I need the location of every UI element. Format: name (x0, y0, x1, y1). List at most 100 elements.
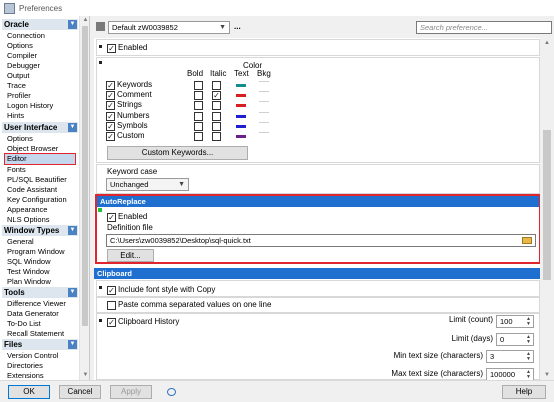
group-oracle[interactable]: Oracle ▼ (2, 19, 78, 30)
symbols-bold-checkbox[interactable] (194, 122, 203, 131)
keyword-case-select[interactable]: Unchanged ▼ (106, 178, 189, 191)
sidebar-item-logon-history[interactable]: Logon History (7, 101, 77, 111)
strings-checkbox[interactable] (106, 101, 115, 110)
symbols-checkbox[interactable] (106, 122, 115, 131)
refresh-icon[interactable] (167, 388, 176, 396)
include-font-checkbox[interactable] (107, 286, 116, 295)
min-text-input[interactable]: 3 ▲ ▼ (486, 350, 534, 363)
numbers-italic-checkbox[interactable] (212, 112, 221, 121)
sidebar-scroll-thumb[interactable] (82, 26, 88, 326)
numbers-bkg-color[interactable] (259, 112, 269, 121)
help-button[interactable]: Help (502, 385, 546, 399)
spinner-icon[interactable]: ▲ ▼ (526, 317, 531, 327)
sidebar-item-code-assistant[interactable]: Code Assistant (7, 185, 77, 195)
sidebar-item-plsql-beautifier[interactable]: PL/SQL Beautifier (7, 175, 77, 185)
comment-text-color[interactable] (236, 94, 246, 97)
strings-bkg-color[interactable] (259, 101, 269, 110)
more-button[interactable]: ... (234, 22, 241, 32)
definition-file-input[interactable]: C:\Users\zw0039852\Desktop\sql-quick.txt (106, 234, 536, 247)
custom-keywords-button[interactable]: Custom Keywords... (107, 146, 248, 160)
limit-count-input[interactable]: 100 ▲ ▼ (496, 315, 534, 328)
custom-bold-checkbox[interactable] (194, 132, 203, 141)
keywords-bkg-color[interactable] (259, 81, 269, 90)
ok-button[interactable]: OK (8, 385, 50, 399)
comment-checkbox[interactable] (106, 91, 115, 100)
numbers-checkbox[interactable] (106, 112, 115, 121)
strings-text-color[interactable] (236, 104, 246, 107)
edit-button[interactable]: Edit... (107, 249, 154, 262)
keywords-checkbox[interactable] (106, 81, 115, 90)
syntax-enabled-checkbox[interactable] (107, 44, 116, 53)
sidebar-item-sql-window[interactable]: SQL Window (7, 257, 77, 267)
autoreplace-enabled-checkbox[interactable] (107, 213, 116, 222)
sidebar-item-general[interactable]: General (7, 237, 77, 247)
keywords-text-color[interactable] (236, 84, 246, 87)
comment-bold-checkbox[interactable] (194, 91, 203, 100)
sidebar-item-key-configuration[interactable]: Key Configuration (7, 195, 77, 205)
sidebar-item-profiler[interactable]: Profiler (7, 91, 77, 101)
strings-bold-checkbox[interactable] (194, 101, 203, 110)
sidebar-item-test-window[interactable]: Test Window (7, 267, 77, 277)
sidebar-item-difference-viewer[interactable]: Difference Viewer (7, 299, 77, 309)
clipboard-history-checkbox[interactable] (107, 318, 116, 327)
strings-italic-checkbox[interactable] (212, 101, 221, 110)
numbers-text-color[interactable] (236, 115, 246, 118)
cancel-button[interactable]: Cancel (59, 385, 101, 399)
sidebar-item-nls-options[interactable]: NLS Options (7, 215, 77, 225)
sidebar-item-appearance[interactable]: Appearance (7, 205, 77, 215)
folder-icon[interactable] (522, 237, 532, 244)
main-scroll-thumb[interactable] (543, 130, 551, 280)
custom-text-color[interactable] (236, 135, 246, 138)
scroll-down-icon[interactable]: ▼ (81, 371, 89, 379)
apply-button[interactable]: Apply (110, 385, 152, 399)
sidebar-item-hints[interactable]: Hints (7, 111, 77, 121)
sidebar-item-data-generator[interactable]: Data Generator (7, 309, 77, 319)
custom-bkg-color[interactable] (259, 132, 269, 141)
symbols-bkg-color[interactable] (259, 122, 269, 131)
spinner-icon[interactable]: ▲ ▼ (526, 352, 531, 362)
comment-italic-checkbox[interactable] (212, 91, 221, 100)
keywords-italic-checkbox[interactable] (212, 81, 221, 90)
search-input[interactable]: Search preference... (416, 21, 552, 34)
custom-italic-checkbox[interactable] (212, 132, 221, 141)
sidebar-item-options[interactable]: Options (7, 41, 77, 51)
custom-checkbox[interactable] (106, 132, 115, 141)
autoreplace-enabled-label: Enabled (118, 212, 148, 221)
sidebar-item-editor[interactable]: Editor (4, 153, 76, 165)
sidebar-item-program-window[interactable]: Program Window (7, 247, 77, 257)
sidebar-item-directories[interactable]: Directories (7, 361, 77, 371)
symbols-text-color[interactable] (236, 125, 246, 128)
sidebar-item-ui-options[interactable]: Options (7, 134, 77, 144)
group-tools[interactable]: Tools ▼ (2, 287, 78, 298)
sidebar-item-debugger[interactable]: Debugger (7, 61, 77, 71)
sidebar-item-version-control[interactable]: Version Control (7, 351, 77, 361)
main-scrollbar[interactable]: ▲ ▼ (540, 38, 554, 380)
scroll-up-icon[interactable]: ▲ (540, 38, 554, 48)
status-dot-icon (98, 208, 102, 212)
sidebar-item-fonts[interactable]: Fonts (7, 165, 77, 175)
keywords-bold-checkbox[interactable] (194, 81, 203, 90)
symbols-italic-checkbox[interactable] (212, 122, 221, 131)
limit-days-input[interactable]: 0 ▲ ▼ (496, 333, 534, 346)
sidebar-item-recall-statement[interactable]: Recall Statement (7, 329, 77, 339)
sidebar-item-plan-window[interactable]: Plan Window (7, 277, 77, 287)
group-window-types[interactable]: Window Types ▼ (2, 225, 78, 236)
sidebar-scrollbar[interactable]: ▲ ▼ (79, 16, 89, 380)
sidebar-item-connection[interactable]: Connection (7, 31, 77, 41)
paste-comma-checkbox[interactable] (107, 301, 116, 310)
sidebar-item-trace[interactable]: Trace (7, 81, 77, 91)
profile-select[interactable]: Default zW0039852 ▼ (108, 21, 230, 34)
spinner-icon[interactable]: ▲ ▼ (526, 370, 531, 380)
sidebar-item-compiler[interactable]: Compiler (7, 51, 77, 61)
scroll-up-icon[interactable]: ▲ (81, 16, 89, 24)
numbers-bold-checkbox[interactable] (194, 112, 203, 121)
group-user-interface[interactable]: User Interface ▼ (2, 122, 78, 133)
group-files[interactable]: Files ▼ (2, 339, 78, 350)
chevron-down-icon: ▼ (178, 181, 185, 188)
spinner-icon[interactable]: ▲ ▼ (526, 335, 531, 345)
sidebar-item-extensions[interactable]: Extensions (7, 371, 77, 380)
scroll-down-icon[interactable]: ▼ (540, 370, 554, 380)
sidebar-item-todo-list[interactable]: To-Do List (7, 319, 77, 329)
comment-bkg-color[interactable] (259, 91, 269, 100)
sidebar-item-output[interactable]: Output (7, 71, 77, 81)
